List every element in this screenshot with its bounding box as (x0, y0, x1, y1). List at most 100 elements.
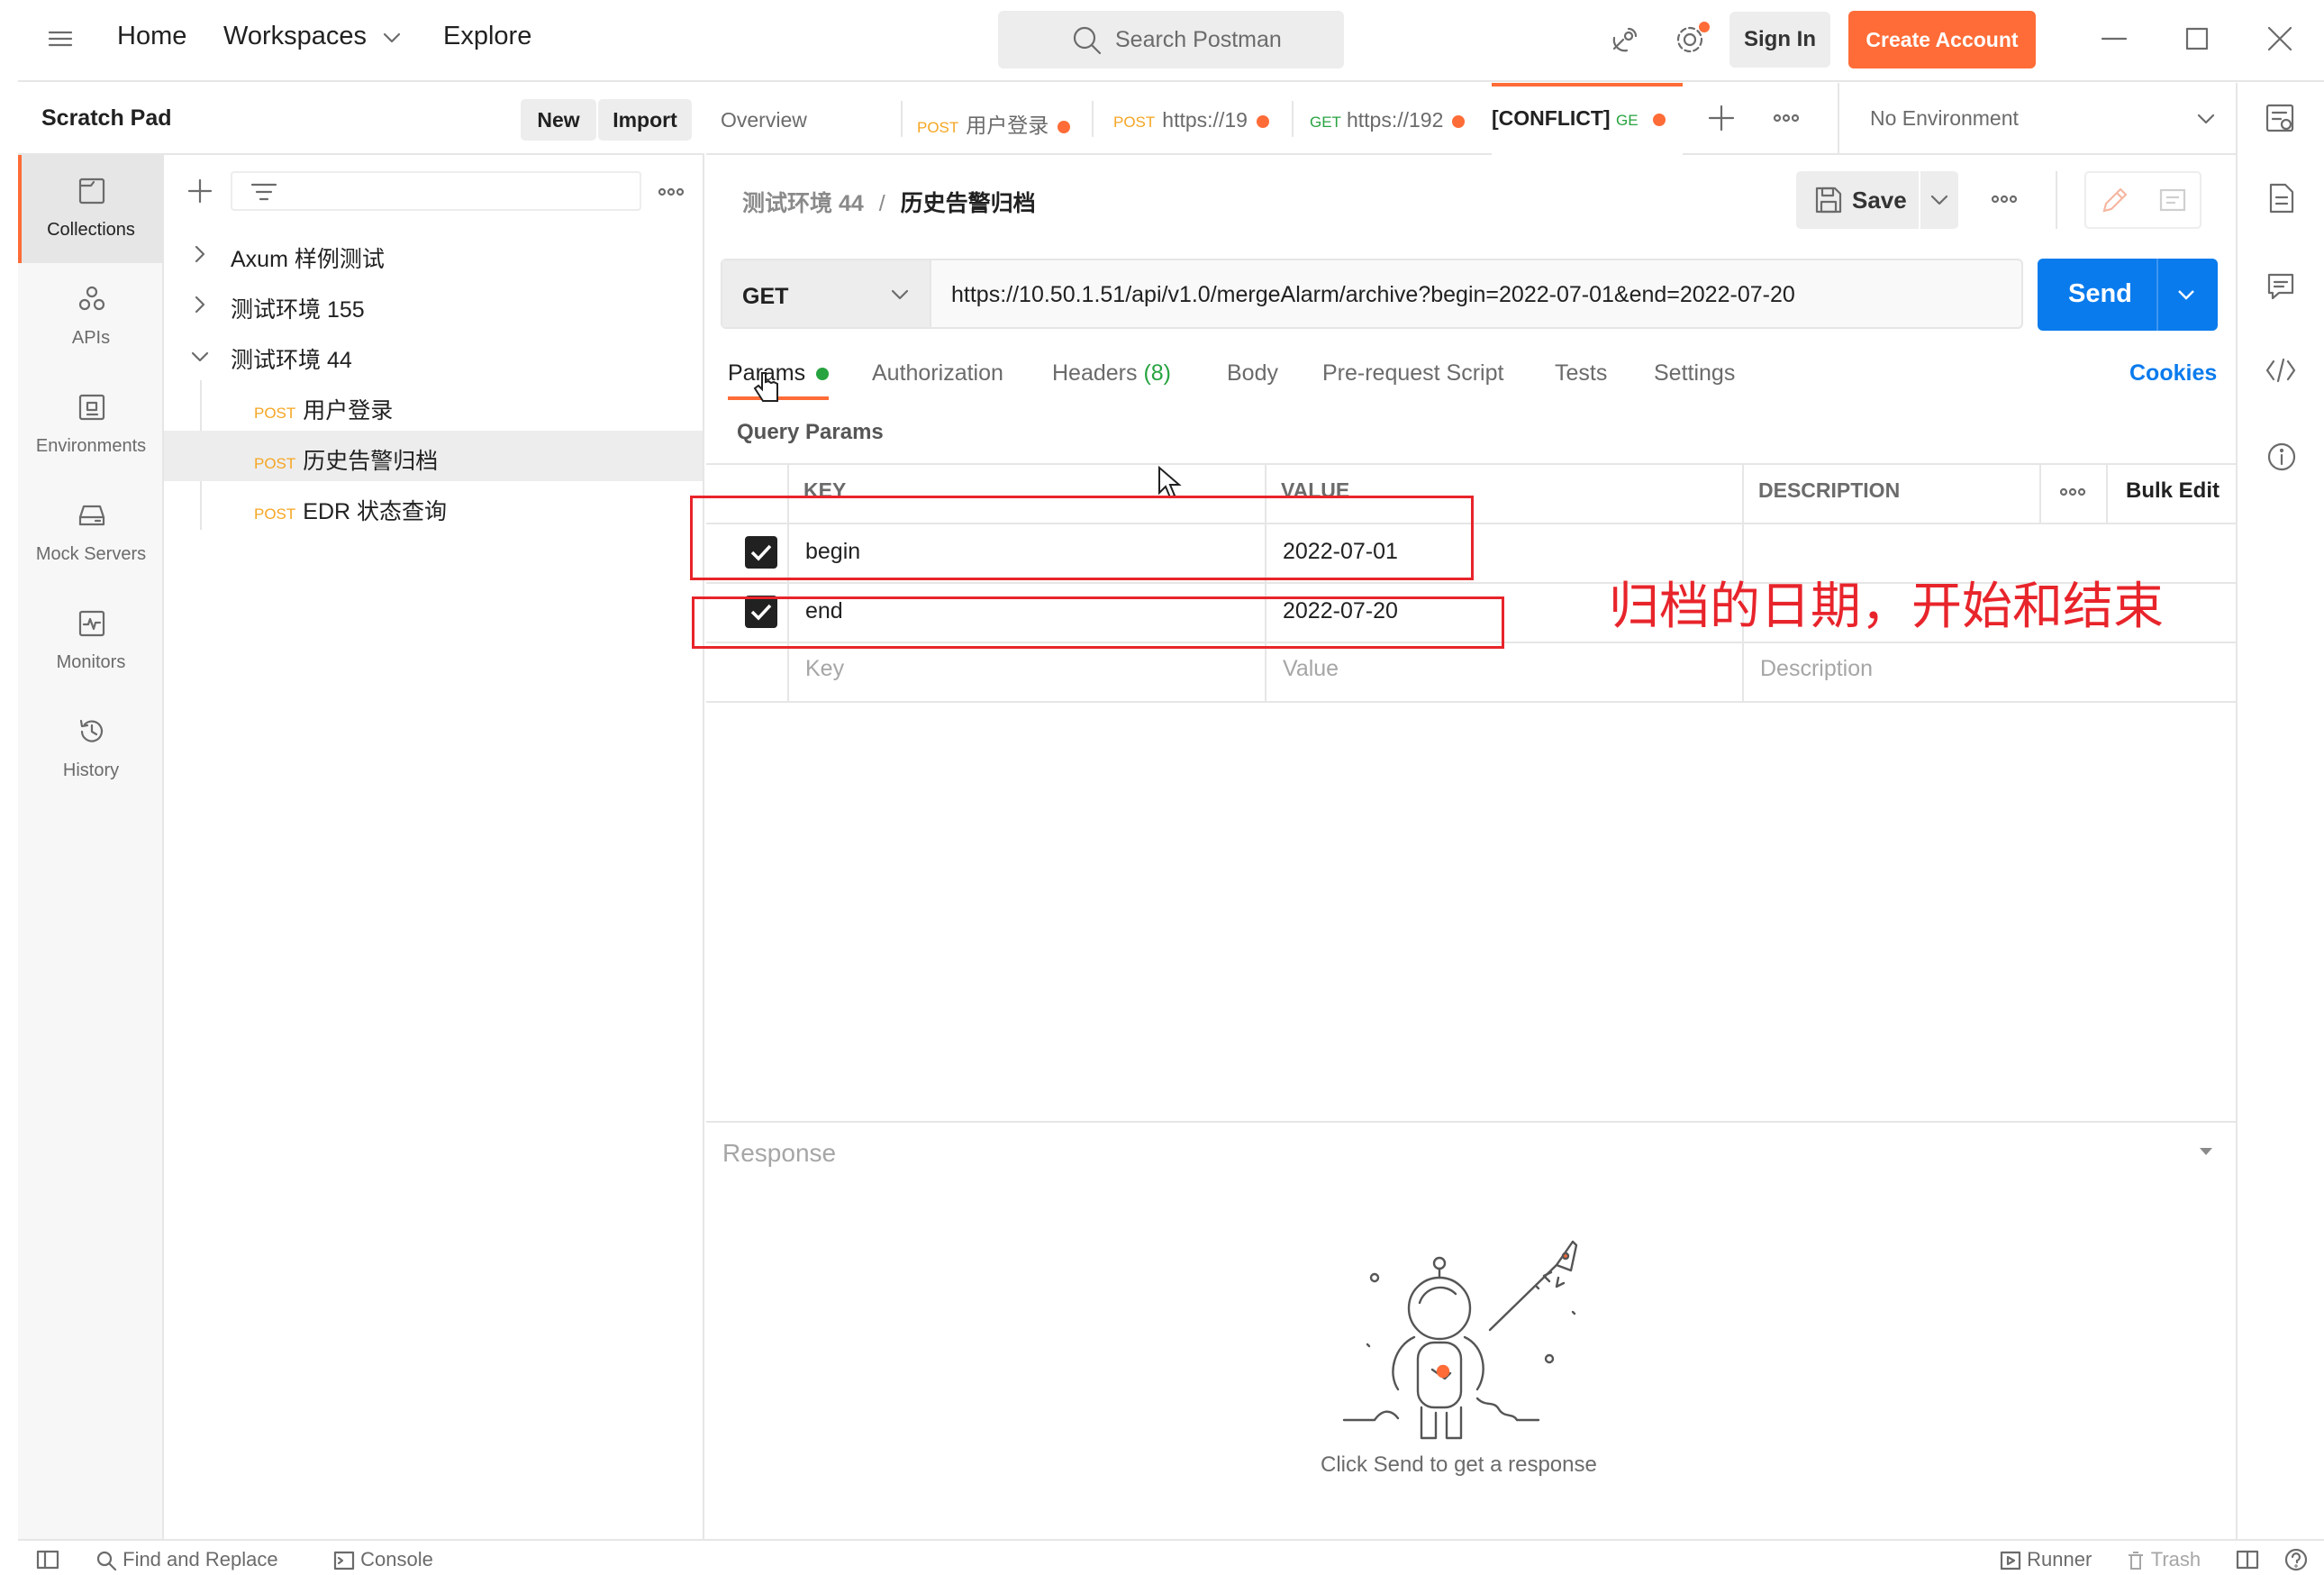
settings-icon[interactable] (1674, 22, 1710, 58)
chevron-down-icon[interactable] (2176, 287, 2196, 302)
more-tabs-icon[interactable] (1773, 114, 1800, 123)
rail-label: Mock Servers (35, 544, 147, 564)
rail-environments[interactable]: Environments (18, 371, 164, 479)
collections-icon (77, 177, 106, 205)
comments-icon[interactable] (2266, 272, 2295, 301)
two-pane-icon[interactable] (2236, 1550, 2259, 1570)
url-bar: GET https://10.50.1.51/api/v1.0/mergeAla… (721, 259, 2023, 329)
environment-quick-look-icon[interactable] (2265, 103, 2297, 135)
mock-servers-icon (77, 501, 106, 530)
plus-icon[interactable] (187, 178, 213, 204)
environment-select[interactable]: No Environment (1870, 106, 2019, 131)
monitors-icon (77, 609, 106, 638)
cookies-link[interactable]: Cookies (2129, 360, 2217, 387)
table-border (706, 463, 2236, 465)
tab-tests[interactable]: Tests (1555, 360, 1607, 387)
more-options-icon[interactable] (658, 187, 685, 196)
new-description-input[interactable]: Description (1760, 656, 1873, 682)
filter-input[interactable] (231, 171, 641, 211)
toggle-sidebar-icon[interactable] (36, 1550, 59, 1570)
breadcrumb-current: 历史告警归档 (900, 191, 1036, 216)
table-border (706, 701, 2236, 703)
new-value-input[interactable]: Value (1283, 656, 1339, 682)
collection-env-155[interactable]: 测试环境 155 (231, 292, 365, 324)
runner[interactable]: Runner (2000, 1548, 2092, 1571)
chevron-down-icon[interactable] (2196, 112, 2216, 126)
table-more-icon[interactable] (2059, 487, 2086, 496)
tab-get-url[interactable]: GET https://192 (1310, 83, 1481, 155)
rail-collections[interactable]: Collections (18, 155, 164, 263)
send-button[interactable]: Send (2038, 259, 2218, 331)
console[interactable]: Console (333, 1548, 433, 1571)
new-button[interactable]: New (521, 99, 596, 141)
breadcrumb-parent[interactable]: 测试环境 44 (742, 191, 864, 216)
chevron-down-icon[interactable] (890, 287, 910, 302)
unsaved-dot (1652, 113, 1666, 126)
tab-conflict-active[interactable]: [CONFLICT] GE (1492, 83, 1683, 155)
satellite-icon[interactable] (1609, 25, 1639, 56)
rail-history[interactable]: History (18, 696, 164, 804)
url-input[interactable]: https://10.50.1.51/api/v1.0/mergeAlarm/a… (951, 282, 1795, 308)
chevron-right-icon[interactable] (193, 245, 207, 263)
request-login[interactable]: POST 用户登录 (254, 393, 393, 425)
request-tabs: Overview POST 用户登录 POST https://19 GET http… (706, 83, 2241, 155)
filter-icon (250, 180, 277, 204)
tab-post-url[interactable]: POST https://19 (1113, 83, 1285, 155)
menu-icon[interactable] (47, 27, 74, 50)
apis-icon (77, 285, 106, 314)
minimize-icon[interactable] (2101, 36, 2128, 41)
bulk-edit-button[interactable]: Bulk Edit (2126, 478, 2220, 504)
tab-pre-request-script[interactable]: Pre-request Script (1322, 360, 1503, 387)
rail-label: Monitors (56, 652, 126, 672)
tab-body[interactable]: Body (1227, 360, 1278, 387)
collection-env-44[interactable]: 测试环境 44 (231, 342, 352, 375)
edit-toggle[interactable] (2084, 171, 2201, 229)
tab-login[interactable]: POST 用户登录 (917, 83, 1085, 155)
more-actions-icon[interactable] (1991, 195, 2018, 204)
nav-workspaces[interactable]: Workspaces (223, 22, 367, 51)
trash[interactable]: Trash (2126, 1548, 2201, 1571)
import-button[interactable]: Import (598, 99, 692, 141)
rail-apis[interactable]: APIs (18, 263, 164, 371)
right-rail (2236, 83, 2324, 1539)
tab-overview[interactable]: Overview (721, 83, 901, 155)
comment-mode-icon (2158, 187, 2187, 214)
chevron-right-icon[interactable] (193, 296, 207, 314)
tab-headers[interactable]: Headers (8) (1052, 360, 1171, 387)
documentation-icon[interactable] (2268, 182, 2295, 214)
sign-in-button[interactable]: Sign In (1729, 12, 1830, 68)
save-button[interactable]: Save (1796, 171, 1958, 229)
rail-mock-servers[interactable]: Mock Servers (18, 479, 164, 587)
new-key-input[interactable]: Key (805, 656, 844, 682)
info-icon[interactable] (2266, 442, 2297, 472)
request-edr-status[interactable]: POST EDR 状态查询 (254, 494, 447, 526)
find-replace[interactable]: Find and Replace (95, 1548, 278, 1571)
code-icon[interactable] (2265, 357, 2297, 384)
collection-axum[interactable]: Axum 样例测试 (231, 241, 385, 274)
nav-explore[interactable]: Explore (443, 22, 531, 51)
request-alarm-archive[interactable]: POST 历史告警归档 (254, 443, 438, 476)
chevron-down-icon[interactable] (1929, 193, 1949, 207)
rail-label: Environments (35, 436, 147, 456)
send-divider (2156, 259, 2158, 331)
search-input[interactable]: Search Postman (998, 11, 1344, 68)
collections-sidebar: Axum 样例测试 测试环境 155 测试环境 44 POST 用户登录 POST… (164, 155, 704, 1539)
close-icon[interactable] (2266, 25, 2293, 52)
tab-authorization[interactable]: Authorization (872, 360, 1003, 387)
save-divider (1919, 171, 1920, 229)
help-icon[interactable] (2284, 1548, 2308, 1571)
chevron-down-icon[interactable] (191, 350, 209, 364)
hand-cursor-icon (753, 369, 784, 407)
tab-settings[interactable]: Settings (1654, 360, 1735, 387)
scratch-pad-header: Scratch Pad New Import (18, 83, 704, 155)
collapse-response-icon[interactable] (2198, 1146, 2214, 1157)
annotation-box-end (692, 596, 1504, 649)
nav-home[interactable]: Home (117, 22, 186, 51)
breadcrumb: 测试环境 44 / 历史告警归档 (742, 186, 1036, 218)
create-account-button[interactable]: Create Account (1848, 11, 2036, 68)
new-tab-icon[interactable] (1708, 105, 1735, 132)
rail-monitors[interactable]: Monitors (18, 587, 164, 696)
left-rail: Collections APIs Environments Mock Serve… (18, 155, 164, 1539)
chevron-down-icon[interactable] (382, 31, 402, 45)
maximize-icon[interactable] (2185, 27, 2209, 50)
